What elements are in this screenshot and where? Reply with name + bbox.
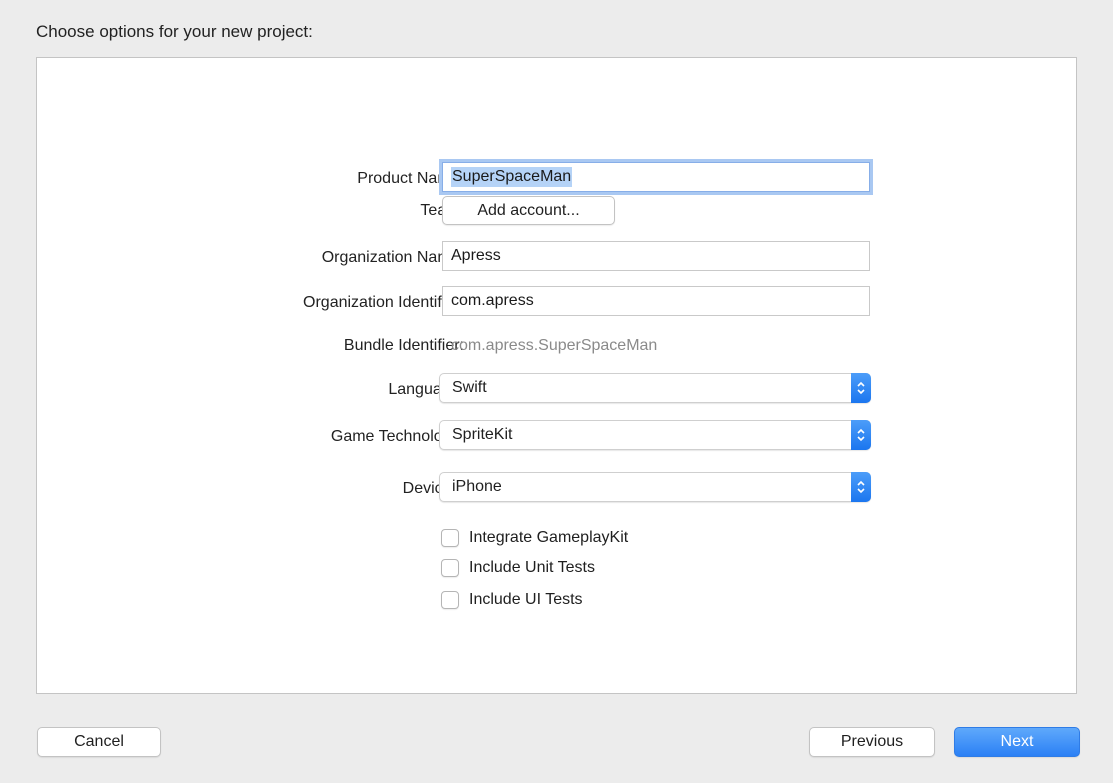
up-down-chevron-icon [857,381,865,395]
integrate-gameplaykit-label: Integrate GameplayKit [469,529,629,546]
language-value: Swift [452,379,487,396]
up-down-chevron-icon [857,428,865,442]
language-stepper[interactable] [851,373,871,403]
add-account-button[interactable]: Add account... [442,196,615,225]
game-technology-select[interactable]: SpriteKit [439,420,871,450]
bundle-identifier-label: Bundle Identifier: [343,337,464,354]
project-options-panel: Product Name: SuperSpaceMan Team: Add ac… [36,57,1077,694]
product-name-row: Product Name: SuperSpaceMan [37,162,1076,196]
language-row: Language: Swift [37,373,1076,407]
product-name-value: SuperSpaceMan [451,167,573,187]
previous-button[interactable]: Previous [809,727,935,757]
organization-name-value: Apress [451,247,501,264]
include-unit-tests-checkbox-row[interactable]: Include Unit Tests [441,556,595,580]
product-name-field[interactable]: SuperSpaceMan [442,162,870,192]
devices-value: iPhone [452,478,502,495]
include-unit-tests-checkbox[interactable] [441,559,459,577]
devices-row: Devices: iPhone [37,472,1076,506]
bundle-identifier-row: Bundle Identifier: com.apress.SuperSpace… [37,329,1076,363]
organization-identifier-label: Organization Identifier: [303,294,464,311]
organization-name-field[interactable]: Apress [442,241,870,271]
game-technology-stepper[interactable] [851,420,871,450]
integrate-gameplaykit-checkbox-row[interactable]: Integrate GameplayKit [441,526,628,550]
game-technology-row: Game Technology: SpriteKit [37,420,1076,454]
include-ui-tests-checkbox-row[interactable]: Include UI Tests [441,588,583,612]
organization-identifier-row: Organization Identifier: com.apress [37,286,1076,320]
team-row: Team: Add account... [37,194,1076,228]
integrate-gameplaykit-checkbox[interactable] [441,529,459,547]
devices-stepper[interactable] [851,472,871,502]
sheet-title: Choose options for your new project: [36,22,313,41]
up-down-chevron-icon [857,480,865,494]
language-select[interactable]: Swift [439,373,871,403]
cancel-button[interactable]: Cancel [37,727,161,757]
organization-identifier-value: com.apress [451,292,534,309]
include-ui-tests-label: Include UI Tests [469,591,583,608]
next-button[interactable]: Next [954,727,1080,757]
game-technology-value: SpriteKit [452,426,513,443]
devices-select[interactable]: iPhone [439,472,871,502]
bundle-identifier-value: com.apress.SuperSpaceMan [451,337,658,354]
organization-identifier-field[interactable]: com.apress [442,286,870,316]
include-ui-tests-checkbox[interactable] [441,591,459,609]
include-unit-tests-label: Include Unit Tests [469,559,595,576]
organization-name-row: Organization Name: Apress [37,241,1076,275]
